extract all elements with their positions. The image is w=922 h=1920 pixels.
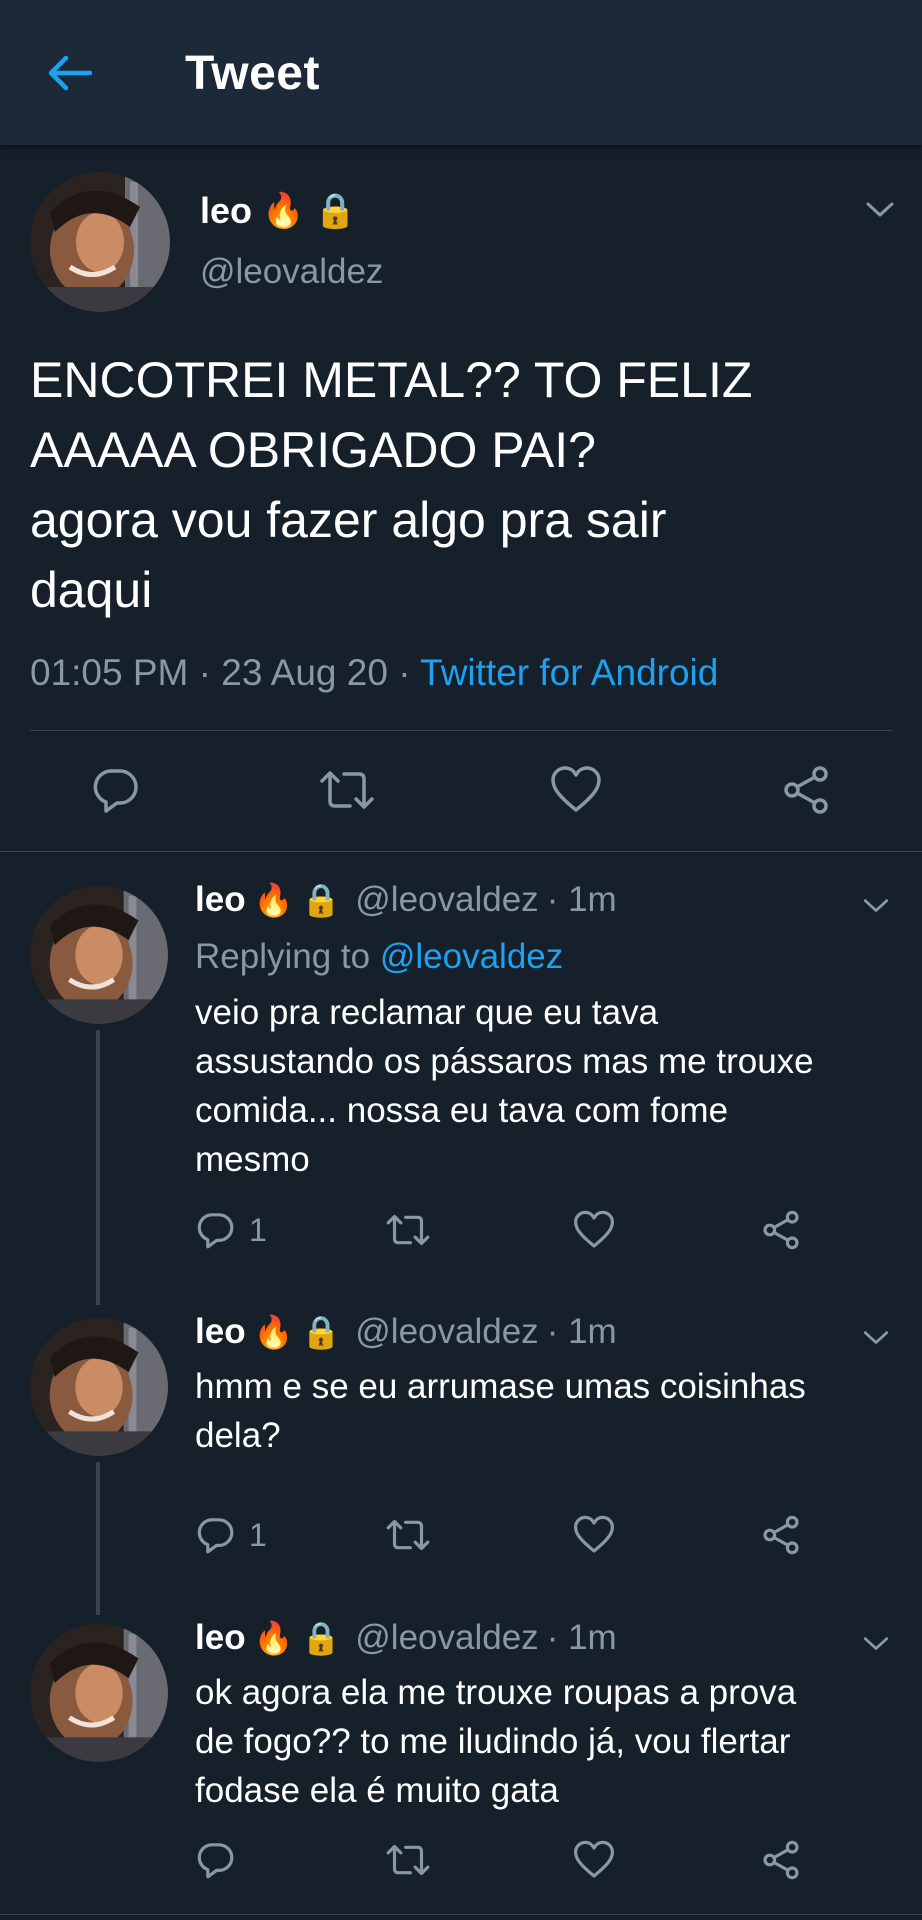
tweet-menu-button[interactable] — [862, 192, 898, 228]
author-handle[interactable]: @leovaldez — [355, 880, 538, 920]
reply-text: ok agora ela me trouxe roupas a prova de… — [195, 1673, 797, 1810]
retweet-icon — [386, 1519, 430, 1551]
lock-emoji: 🔒 — [301, 882, 342, 918]
heart-icon — [551, 766, 601, 812]
tweet-menu-button[interactable] — [858, 1626, 894, 1662]
meta-separator: · — [387, 652, 421, 693]
fire-emoji: 🔥 — [253, 882, 294, 918]
tweet-meta: 01:05 PM · 23 Aug 20 · Twitter for Andro… — [30, 652, 718, 694]
like-button[interactable] — [573, 1210, 615, 1250]
author-handle[interactable]: @leovaldez — [355, 1312, 538, 1352]
tweet-menu-button[interactable] — [858, 1320, 894, 1356]
retweet-icon — [386, 1214, 430, 1246]
share-icon — [763, 1515, 799, 1555]
fire-emoji: 🔥 — [262, 192, 305, 230]
share-button[interactable] — [760, 1515, 802, 1555]
like-button[interactable] — [573, 1515, 615, 1555]
reply-button[interactable] — [90, 765, 140, 815]
replying-to: Replying to @leovaldez — [195, 937, 563, 977]
like-button[interactable] — [550, 765, 602, 815]
author-name-row[interactable]: leo 🔥 🔒 — [200, 190, 357, 232]
chevron-down-icon — [863, 1331, 889, 1344]
share-button[interactable] — [760, 1840, 802, 1880]
chevron-down-icon — [863, 1637, 889, 1650]
author-name[interactable]: leo — [195, 1312, 246, 1352]
reply-time: · 1m — [546, 1618, 617, 1657]
reply-button[interactable]: 1 — [195, 1515, 267, 1555]
divider — [30, 730, 892, 731]
author-name[interactable]: leo — [195, 1618, 246, 1658]
avatar[interactable] — [30, 1318, 168, 1456]
reply-icon — [93, 769, 138, 813]
tweet-time: 01:05 PM — [30, 652, 189, 693]
author-handle[interactable]: @leovaldez — [355, 1618, 538, 1658]
lock-emoji: 🔒 — [301, 1314, 342, 1350]
avatar[interactable] — [30, 172, 170, 312]
tweet-menu-button[interactable] — [858, 888, 894, 924]
reply-time: · 1m — [546, 1312, 617, 1351]
retweet-button[interactable] — [385, 1840, 431, 1880]
avatar[interactable] — [30, 1624, 168, 1762]
author-name: leo — [200, 190, 253, 231]
chevron-down-icon — [863, 899, 889, 912]
lock-emoji: 🔒 — [301, 1620, 342, 1656]
reply-time: · 1m — [546, 880, 617, 919]
thread-line — [96, 1462, 100, 1615]
retweet-button[interactable] — [318, 765, 376, 815]
reply-header: leo 🔥 🔒 @leovaldez · 1m — [195, 880, 617, 920]
reply-header: leo 🔥 🔒 @leovaldez · 1m — [195, 1618, 617, 1658]
retweet-icon — [320, 771, 374, 809]
like-button[interactable] — [573, 1840, 615, 1880]
reply-text: veio pra reclamar que eu tava assustando… — [195, 993, 814, 1179]
share-icon — [763, 1840, 799, 1880]
share-icon — [784, 766, 828, 814]
divider — [0, 851, 922, 852]
top-app-bar: Tweet — [0, 0, 922, 145]
reply-icon — [197, 1213, 234, 1249]
reply-header: leo 🔥 🔒 @leovaldez · 1m — [195, 1312, 617, 1352]
back-button[interactable] — [44, 48, 94, 98]
lock-emoji: 🔒 — [314, 192, 357, 230]
page-title: Tweet — [185, 47, 320, 100]
share-button[interactable] — [760, 1210, 802, 1250]
heart-icon — [574, 1515, 615, 1553]
fire-emoji: 🔥 — [253, 1620, 294, 1656]
retweet-button[interactable] — [385, 1515, 431, 1555]
retweet-icon — [386, 1844, 430, 1876]
heart-icon — [574, 1210, 615, 1248]
reply-count: 1 — [249, 1516, 267, 1553]
tweet-source-link[interactable]: Twitter for Android — [420, 652, 718, 693]
replying-to-link[interactable]: @leovaldez — [380, 937, 563, 976]
retweet-button[interactable] — [385, 1210, 431, 1250]
author-handle[interactable]: @leovaldez — [200, 252, 383, 292]
chevron-down-icon — [866, 202, 894, 217]
reply-button[interactable] — [195, 1840, 249, 1880]
thread-line — [96, 1030, 100, 1305]
replying-label: Replying to — [195, 937, 371, 976]
fire-emoji: 🔥 — [253, 1314, 294, 1350]
reply-count: 1 — [249, 1211, 267, 1248]
reply-button[interactable]: 1 — [195, 1210, 267, 1250]
share-icon — [763, 1210, 799, 1250]
avatar[interactable] — [30, 886, 168, 1024]
tweet-date: 23 Aug 20 — [221, 652, 388, 693]
divider — [0, 1914, 922, 1915]
arrow-left-icon — [48, 55, 92, 91]
author-name[interactable]: leo — [195, 880, 246, 920]
reply-icon — [197, 1843, 234, 1879]
meta-separator: · — [188, 652, 222, 693]
reply-icon — [197, 1518, 234, 1554]
share-button[interactable] — [780, 765, 832, 815]
heart-icon — [574, 1840, 615, 1878]
tweet-text: ENCOTREI METAL?? TO FELIZ AAAAA OBRIGADO… — [30, 352, 753, 618]
reply-text: hmm e se eu arrumase umas coisinhas dela… — [195, 1367, 806, 1455]
